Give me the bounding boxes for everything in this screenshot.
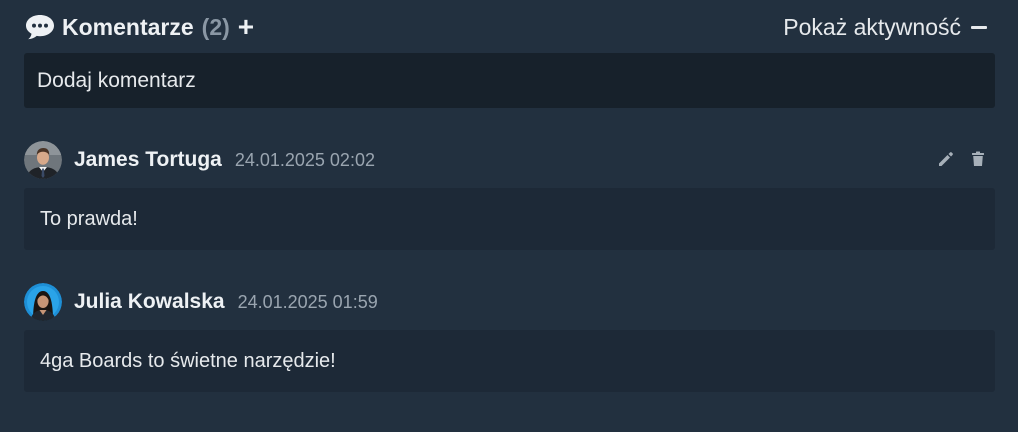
comment-author[interactable]: James Tortuga xyxy=(74,148,222,172)
comments-header: Komentarze (2) + Pokaż aktywność xyxy=(24,8,995,46)
comments-count: (2) xyxy=(201,13,230,40)
speech-bubble-icon xyxy=(24,13,56,41)
comment-header: Julia Kowalska 24.01.2025 01:59 xyxy=(24,282,995,322)
show-activity-toggle[interactable]: Pokaż aktywność xyxy=(783,14,995,41)
comments-title-group: Komentarze (2) + xyxy=(24,13,254,41)
add-comment-placeholder: Dodaj komentarz xyxy=(37,68,196,92)
comment-body: To prawda! xyxy=(24,188,995,250)
comment-body: 4ga Boards to świetne narzędzie! xyxy=(24,330,995,392)
pencil-icon[interactable] xyxy=(937,150,955,168)
comment-item: James Tortuga 24.01.2025 02:02 To prawda… xyxy=(24,140,995,250)
comment-author[interactable]: Julia Kowalska xyxy=(74,290,225,314)
show-activity-label: Pokaż aktywność xyxy=(783,13,961,40)
plus-icon[interactable]: + xyxy=(238,13,254,41)
comment-text: 4ga Boards to świetne narzędzie! xyxy=(40,349,336,372)
comment-item: Julia Kowalska 24.01.2025 01:59 4ga Boar… xyxy=(24,282,995,392)
comment-timestamp: 24.01.2025 02:02 xyxy=(234,149,375,170)
avatar[interactable] xyxy=(24,141,62,179)
minus-icon[interactable] xyxy=(971,25,987,29)
comment-header: James Tortuga 24.01.2025 02:02 xyxy=(24,140,995,180)
comment-timestamp: 24.01.2025 01:59 xyxy=(237,291,378,312)
add-comment-field[interactable]: Dodaj komentarz xyxy=(24,53,995,108)
avatar[interactable] xyxy=(24,283,62,321)
comments-title: Komentarze xyxy=(62,13,194,40)
comment-actions xyxy=(937,150,987,168)
trash-icon[interactable] xyxy=(969,150,987,168)
comment-text: To prawda! xyxy=(40,207,138,230)
